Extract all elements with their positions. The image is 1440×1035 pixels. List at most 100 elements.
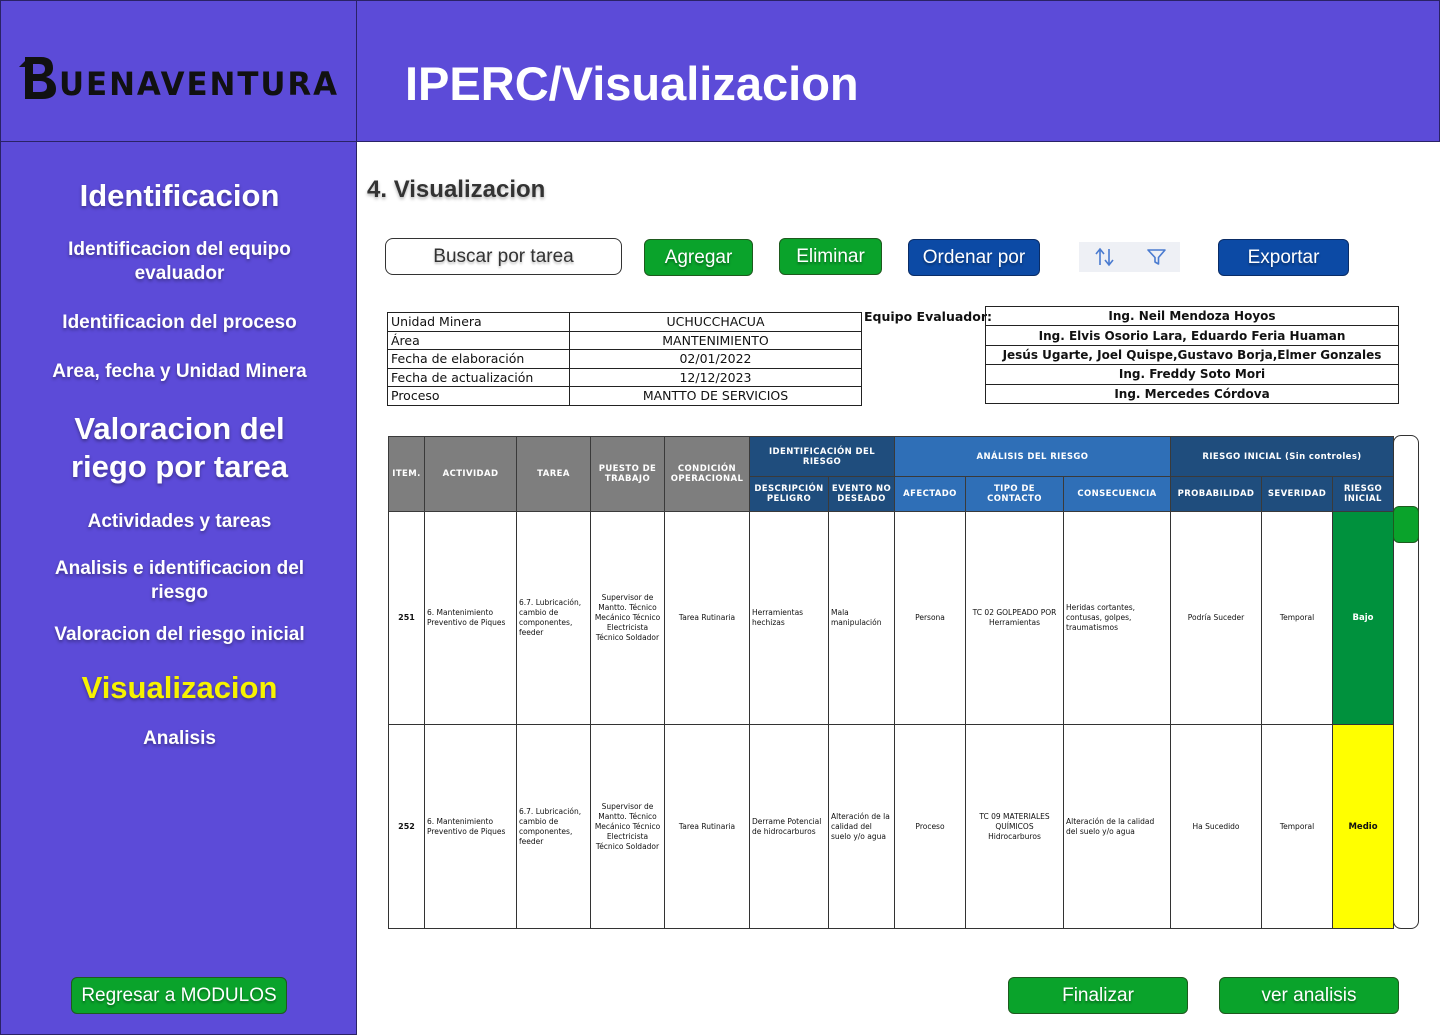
team-member: Ing. Freddy Soto Mori [985, 364, 1399, 385]
cell-condicion: Tarea Rutinaria [664, 724, 750, 929]
info-value: MANTENIMIENTO [569, 330, 862, 350]
group-header-identificacion: IDENTIFICACIÓN DEL RIESGO [749, 436, 895, 477]
cell-riesgo-badge: Bajo [1332, 511, 1394, 725]
cell-consecuencia: Heridas cortantes, contusas, golpes, tra… [1063, 511, 1171, 725]
scrollbar-thumb[interactable] [1393, 506, 1419, 543]
cell-severidad: Temporal [1261, 511, 1333, 725]
evaluator-team-table: Ing. Neil Mendoza Hoyos Ing. Elvis Osori… [985, 305, 1399, 404]
info-label: Proceso [387, 386, 570, 406]
table-row[interactable]: 252 6. Mantenimiento Preventivo de Pique… [388, 724, 1394, 929]
header-puesto: PUESTO DE TRABAJO [590, 436, 665, 512]
cell-evento: Mala manipulación [828, 511, 895, 725]
team-label: Equipo Evaluador: [864, 309, 992, 324]
header-descripcion: DESCRIPCIÓN PELIGRO [749, 476, 829, 512]
section-number: 4. [367, 176, 388, 203]
sort-by-button[interactable]: Ordenar por [908, 239, 1040, 276]
page-title: IPERC/Visualizacion [405, 57, 859, 110]
logo-panel: UENAVENTURA [0, 0, 357, 142]
cell-tarea: 6.7. Lubricación, cambio de componentes,… [516, 724, 591, 929]
svg-text:UENAVENTURA: UENAVENTURA [59, 65, 339, 103]
cell-actividad: 6. Mantenimiento Preventivo de Piques [424, 511, 517, 725]
team-member: Ing. Elvis Osorio Lara, Eduardo Feria Hu… [985, 325, 1399, 346]
back-to-modules-button[interactable]: Regresar a MODULOS [71, 977, 287, 1014]
info-label: Área [387, 330, 570, 350]
cell-severidad: Temporal [1261, 724, 1333, 929]
header-afectado: AFECTADO [894, 476, 966, 512]
sidebar-item-analisis[interactable]: Analisis [1, 727, 358, 751]
view-analysis-button[interactable]: ver analisis [1219, 977, 1399, 1014]
sidebar-item-identificacion[interactable]: Identificacion [1, 177, 358, 215]
sidebar-item-equipo-evaluador[interactable]: Identificacion del equipo evaluador [1, 238, 358, 286]
sidebar-item-visualizacion[interactable]: Visualizacion [1, 669, 358, 707]
info-value: UCHUCCHACUA [569, 312, 862, 332]
group-header-analisis: ANÁLISIS DEL RIESGO [894, 436, 1171, 477]
iperc-table: ITEM. ACTIVIDAD TAREA PUESTO DE TRABAJO … [388, 436, 1394, 929]
buenaventura-logo: UENAVENTURA [19, 53, 344, 103]
info-value: 02/01/2022 [569, 349, 862, 369]
header-actividad: ACTIVIDAD [424, 436, 517, 512]
header-consecuencia: CONSECUENCIA [1063, 476, 1171, 512]
header-probabilidad: PROBABILIDAD [1170, 476, 1262, 512]
sidebar-item-proceso[interactable]: Identificacion del proceso [1, 311, 358, 335]
section-name: Visualizacion [393, 176, 546, 203]
group-header-riesgo-inicial: RIESGO INICIAL (Sin controles) [1170, 436, 1394, 477]
info-label: Fecha de elaboración [387, 349, 570, 369]
cell-probabilidad: Podría Suceder [1170, 511, 1262, 725]
cell-tarea: 6.7. Lubricación, cambio de componentes,… [516, 511, 591, 725]
info-label: Fecha de actualización [387, 367, 570, 387]
header-item: ITEM. [388, 436, 425, 512]
cell-actividad: 6. Mantenimiento Preventivo de Piques [424, 724, 517, 929]
cell-evento: Alteración de la calidad del suelo y/o a… [828, 724, 895, 929]
page-header: IPERC/Visualizacion [357, 0, 1440, 142]
team-member: Ing. Neil Mendoza Hoyos [985, 305, 1399, 327]
app-frame: UENAVENTURA IPERC/Visualizacion Identifi… [0, 0, 1440, 1035]
info-row: Proceso MANTTO DE SERVICIOS [387, 386, 862, 406]
cell-item: 252 [388, 724, 425, 929]
info-row: Unidad Minera UCHUCCHACUA [387, 312, 862, 332]
sidebar-item-valoracion-tarea[interactable]: Valoracion del riego por tarea [1, 410, 358, 486]
cell-afectado: Proceso [894, 724, 966, 929]
header-severidad: SEVERIDAD [1261, 476, 1333, 512]
cell-puesto: Supervisor de Mantto. Técnico Mecánico T… [590, 511, 665, 725]
header-riesgo: RIESGO INICIAL [1332, 476, 1394, 512]
cell-condicion: Tarea Rutinaria [664, 511, 750, 725]
finish-button[interactable]: Finalizar [1008, 977, 1188, 1014]
cell-puesto: Supervisor de Mantto. Técnico Mecánico T… [590, 724, 665, 929]
sidebar-item-area-fecha[interactable]: Area, fecha y Unidad Minera [1, 360, 358, 384]
info-value: MANTTO DE SERVICIOS [569, 386, 862, 406]
cell-tipo: TC 02 GOLPEADO POR Herramientas [965, 511, 1064, 725]
add-button[interactable]: Agregar [644, 239, 753, 276]
team-member: Jesús Ugarte, Joel Quispe,Gustavo Borja,… [985, 344, 1399, 366]
sidebar-item-valoracion-inicial[interactable]: Valoracion del riesgo inicial [1, 623, 358, 647]
header-evento: EVENTO NO DESEADO [828, 476, 895, 512]
sort-arrows-icon[interactable] [1093, 246, 1117, 268]
process-info-table: Unidad Minera UCHUCCHACUA Área MANTENIMIEN… [387, 312, 862, 406]
cell-item: 251 [388, 511, 425, 725]
header-tarea: TAREA [516, 436, 591, 512]
sidebar-item-actividades[interactable]: Actividades y tareas [1, 510, 358, 534]
cell-consecuencia: Alteración de la calidad del suelo y/o a… [1063, 724, 1171, 929]
cell-descripcion: Herramientas hechizas [749, 511, 829, 725]
export-button[interactable]: Exportar [1218, 239, 1349, 276]
info-label: Unidad Minera [387, 312, 570, 332]
cell-tipo: TC 09 MATERIALES QUÍMICOS Hidrocarburos [965, 724, 1064, 929]
cell-afectado: Persona [894, 511, 966, 725]
sidebar: Identificacion Identificacion del equipo… [0, 142, 357, 1035]
info-row: Fecha de elaboración 02/01/2022 [387, 349, 862, 369]
info-value: 12/12/2023 [569, 367, 862, 387]
cell-probabilidad: Ha Sucedido [1170, 724, 1262, 929]
sidebar-item-analisis-identificacion[interactable]: Analisis e identificacion del riesgo [1, 557, 358, 605]
search-by-task-input[interactable]: Buscar por tarea [385, 238, 622, 275]
section-title: 4. Visualizacion [367, 176, 545, 204]
cell-descripcion: Derrame Potencial de hidrocarburos [749, 724, 829, 929]
header-condicion: CONDICIÓN OPERACIONAL [664, 436, 750, 512]
info-row: Área MANTENIMIENTO [387, 330, 862, 350]
filter-icon[interactable] [1145, 246, 1169, 268]
team-member: Ing. Mercedes Córdova [985, 383, 1399, 404]
table-row[interactable]: 251 6. Mantenimiento Preventivo de Pique… [388, 511, 1394, 725]
header-tipo: TIPO DE CONTACTO [965, 476, 1064, 512]
info-row: Fecha de actualización 12/12/2023 [387, 367, 862, 387]
delete-button[interactable]: Eliminar [779, 238, 882, 275]
cell-riesgo-badge: Medio [1332, 724, 1394, 929]
table-tools [1079, 242, 1180, 272]
